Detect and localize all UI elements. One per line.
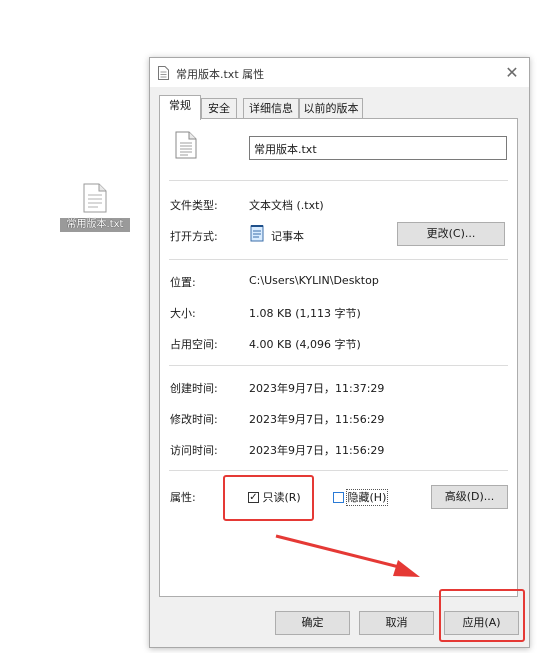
tab-general[interactable]: 常规 xyxy=(159,95,201,120)
annotation-arrow xyxy=(275,534,420,577)
